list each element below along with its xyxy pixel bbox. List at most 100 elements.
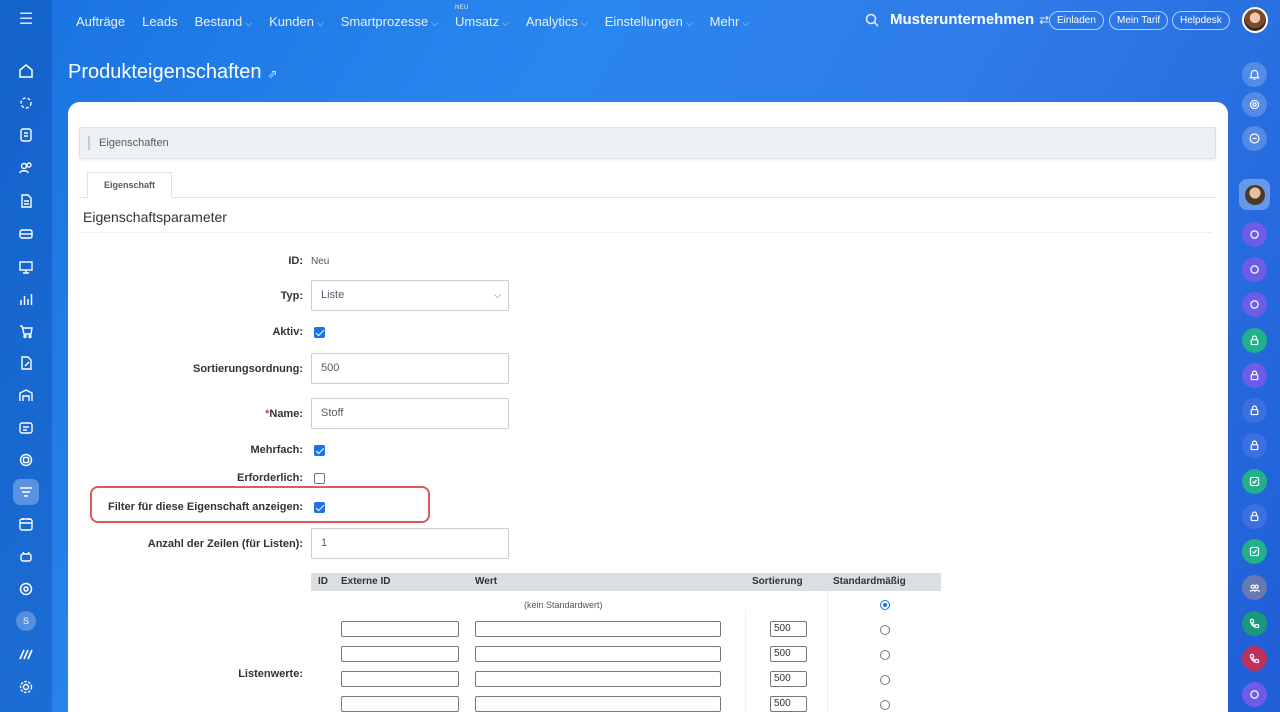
value-input[interactable]: [475, 696, 721, 712]
sort-input[interactable]: 500: [770, 621, 807, 637]
group-chat-icon[interactable]: [1242, 575, 1267, 600]
lock-icon[interactable]: [1242, 433, 1267, 458]
presentation-icon[interactable]: [13, 254, 39, 280]
menu-icon[interactable]: ☰: [16, 12, 36, 28]
chat-icon[interactable]: [1242, 126, 1267, 151]
plan-button[interactable]: Mein Tarif: [1109, 11, 1169, 30]
warehouse-icon[interactable]: [13, 382, 39, 408]
document-icon[interactable]: [13, 122, 39, 148]
terminal-icon[interactable]: [13, 415, 39, 441]
logo-icon[interactable]: [13, 641, 39, 667]
sort-input[interactable]: 500: [311, 353, 509, 384]
lock-icon[interactable]: [1242, 504, 1267, 529]
list-values-label: Listenwerte:: [238, 668, 303, 680]
home-icon[interactable]: [13, 58, 39, 84]
open-channel-icon[interactable]: [1242, 257, 1267, 282]
active-label: Aktiv:: [272, 326, 303, 338]
nav-item-auftraege[interactable]: Aufträge: [76, 14, 125, 29]
filter-checkbox[interactable]: [314, 502, 325, 513]
pin-icon[interactable]: ⇗: [267, 67, 277, 81]
open-channel-icon[interactable]: [1242, 222, 1267, 247]
external-id-input[interactable]: [341, 696, 459, 712]
new-badge: NEU: [455, 4, 469, 11]
lock-icon[interactable]: [1242, 363, 1267, 388]
multiple-checkbox[interactable]: [314, 445, 325, 456]
main-nav: Aufträge Leads Bestand ⌵ Kunden ⌵ Smartpro…: [76, 0, 766, 42]
invoice-icon[interactable]: [13, 188, 39, 214]
tab-eigenschaft[interactable]: Eigenschaft: [87, 172, 172, 198]
nav-item-mehr[interactable]: Mehr ⌵: [710, 14, 749, 29]
robot-icon[interactable]: [13, 543, 39, 569]
type-select[interactable]: Liste ⌵: [311, 280, 509, 311]
default-radio[interactable]: [880, 675, 890, 685]
nav-item-kunden[interactable]: Kunden ⌵: [269, 14, 324, 29]
name-input[interactable]: Stoff: [311, 398, 509, 429]
col-sort: Sortierung: [752, 576, 803, 587]
no-default-label: (kein Standardwert): [524, 600, 603, 610]
right-sidebar: [1228, 42, 1280, 712]
nav-item-bestand[interactable]: Bestand ⌵: [195, 14, 253, 29]
card-icon[interactable]: [13, 221, 39, 247]
external-id-input[interactable]: [341, 646, 459, 662]
sites-icon[interactable]: S: [16, 611, 36, 631]
cart-icon[interactable]: [13, 318, 39, 344]
copilot-icon[interactable]: [1242, 92, 1267, 117]
sort-input[interactable]: 500: [770, 646, 807, 662]
chevron-down-icon: ⌵: [431, 17, 439, 28]
required-checkbox[interactable]: [314, 473, 325, 484]
nav-item-umsatz[interactable]: NEU Umsatz ⌵: [455, 5, 509, 29]
company-name[interactable]: Musterunternehmen ⇄: [890, 11, 1049, 28]
value-input[interactable]: [475, 671, 721, 687]
task-icon[interactable]: [1242, 539, 1267, 564]
nav-item-smartprozesse[interactable]: Smartprozesse ⌵: [341, 14, 438, 29]
left-sidebar: ☰ S: [0, 0, 52, 712]
helpdesk-button[interactable]: Helpdesk: [1172, 11, 1230, 30]
calendar-icon[interactable]: [13, 511, 39, 537]
lock-icon[interactable]: [1242, 398, 1267, 423]
settings-icon[interactable]: [13, 674, 39, 700]
params-title: Eigenschaftsparameter: [83, 209, 227, 225]
value-input[interactable]: [475, 621, 721, 637]
filter-icon[interactable]: [13, 479, 39, 505]
invite-button[interactable]: Einladen: [1049, 11, 1104, 30]
contact-avatar[interactable]: [1239, 179, 1270, 210]
nav-item-leads[interactable]: Leads: [142, 14, 177, 29]
bell-icon[interactable]: [1242, 62, 1267, 87]
default-radio[interactable]: [880, 650, 890, 660]
table-header: ID Externe ID Wert Sortierung Standardmä…: [311, 573, 941, 591]
chevron-down-icon: ⌵: [742, 17, 750, 28]
lock-icon[interactable]: [1242, 328, 1267, 353]
id-label: ID:: [288, 255, 303, 267]
default-radio-none[interactable]: [880, 600, 890, 610]
phone-icon[interactable]: [1242, 611, 1267, 636]
edit-document-icon[interactable]: [13, 350, 39, 376]
external-id-input[interactable]: [341, 621, 459, 637]
nav-item-einstellungen[interactable]: Einstellungen ⌵: [605, 14, 693, 29]
target-icon[interactable]: [13, 576, 39, 602]
default-radio[interactable]: [880, 625, 890, 635]
default-radio[interactable]: [880, 700, 890, 710]
search-icon[interactable]: [864, 12, 880, 28]
chevron-down-icon: ⌵: [580, 17, 588, 28]
sort-input[interactable]: 500: [770, 696, 807, 712]
user-avatar[interactable]: [1242, 7, 1268, 33]
external-id-input[interactable]: [341, 671, 459, 687]
analytics-icon[interactable]: [13, 286, 39, 312]
swap-icon: ⇄: [1039, 13, 1050, 27]
open-channel-icon[interactable]: [1242, 292, 1267, 317]
value-input[interactable]: [475, 646, 721, 662]
open-channel-icon[interactable]: [1242, 682, 1267, 707]
contacts-icon[interactable]: [13, 155, 39, 181]
active-checkbox[interactable]: [314, 327, 325, 338]
main-card: Eigenschaften Eigenschaft Eigenschaftspa…: [68, 102, 1228, 712]
page-title: Produkteigenschaften ⇗: [68, 61, 278, 83]
phone-icon[interactable]: [1242, 646, 1267, 671]
top-bar: Aufträge Leads Bestand ⌵ Kunden ⌵ Smartpro…: [52, 0, 1280, 42]
support-icon[interactable]: [13, 447, 39, 473]
sort-input[interactable]: 500: [770, 671, 807, 687]
puzzle-icon[interactable]: [13, 90, 39, 116]
col-id: ID: [318, 576, 328, 587]
nav-item-analytics[interactable]: Analytics ⌵: [526, 14, 588, 29]
task-icon[interactable]: [1242, 469, 1267, 494]
rows-input[interactable]: 1: [311, 528, 509, 559]
